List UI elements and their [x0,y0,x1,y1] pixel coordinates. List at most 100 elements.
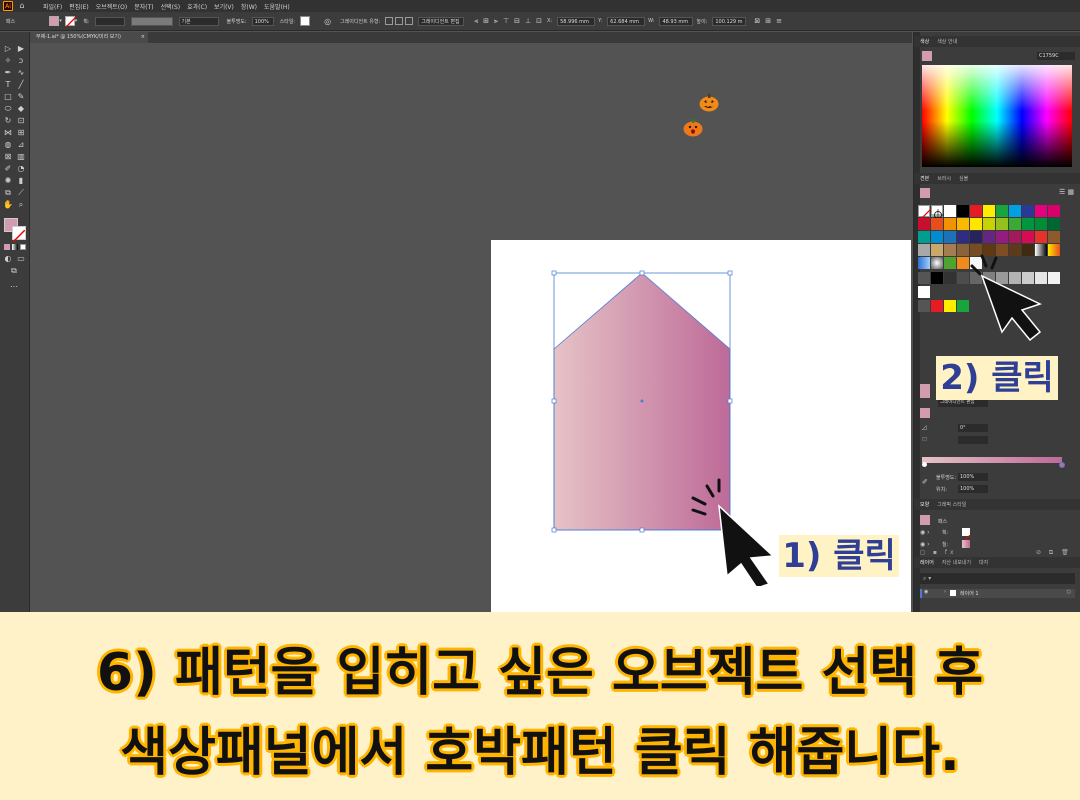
swatch-blue[interactable] [1022,205,1034,217]
stroke-weight-field[interactable] [94,16,125,26]
tab-swatches[interactable]: 견본 [920,175,929,182]
align-middle-icon[interactable]: ⊟ [514,17,520,25]
swatch-gray-1[interactable] [931,272,943,284]
linear-gradient-icon[interactable] [385,17,394,25]
stroke-none-swatch[interactable] [64,16,76,27]
radial-gradient-icon[interactable] [395,17,404,25]
swatch-cyan[interactable] [1009,205,1021,217]
home-icon[interactable]: ⌂ [17,1,27,11]
menu-window[interactable]: 창(W) [241,2,257,11]
swatch-r4-2[interactable] [931,244,943,256]
tab-graphic-styles[interactable]: 그래픽 스타일 [937,501,966,508]
tab-layers[interactable]: 레이어 [920,559,934,566]
gradient-location-field[interactable]: 100% [958,485,988,493]
draw-mode-icon[interactable]: ◐ [3,254,13,264]
swatch-r3-9[interactable] [1022,231,1034,243]
gradient-slider[interactable] [922,457,1062,463]
swatch-r5-3[interactable] [944,257,956,269]
rotate-tool-icon[interactable]: ↻ [3,116,13,126]
graph-tool-icon[interactable]: ▮ [16,176,26,186]
swatch-r2-4[interactable] [957,218,969,230]
color-spectrum[interactable] [922,65,1072,167]
document-close-icon[interactable]: × [141,32,145,43]
swatch-r2-5[interactable] [970,218,982,230]
swatch-r3-11[interactable] [1048,231,1060,243]
appearance-fill-swatch[interactable] [962,540,970,548]
swatch-r3-1[interactable] [918,231,930,243]
hand-tool-icon[interactable]: ✋ [3,200,13,210]
swatch-white-2[interactable] [918,286,930,298]
fill-dropdown-icon[interactable]: ▾ [59,18,62,24]
swatch-gray-2[interactable] [944,272,956,284]
paintbrush-tool-icon[interactable]: ✎ [16,92,26,102]
lasso-tool-icon[interactable]: ↄ [16,56,26,66]
menu-edit[interactable]: 편집(E) [69,2,89,11]
y-field[interactable]: 62.684 mm [607,16,646,26]
swatch-r3-6[interactable] [983,231,995,243]
fill-visibility-icon[interactable]: ◉ › [920,541,930,548]
align-right-icon[interactable]: ⫸ [494,17,498,26]
w-field[interactable]: 48.93 mm [659,16,694,26]
list-view-icon[interactable]: ☰ ▦ [1059,188,1075,196]
tab-color[interactable]: 색상 [920,38,929,45]
swatch-folder-1[interactable] [918,272,930,284]
stroke-visibility-icon[interactable]: ◉ › [920,529,930,536]
magic-wand-tool-icon[interactable]: ✧ [3,56,13,66]
swatch-r2-3[interactable] [944,218,956,230]
aspect-field[interactable] [958,436,988,444]
gradient-stop-left[interactable] [922,462,927,467]
swatch-r2-7[interactable] [996,218,1008,230]
swatch-r4-1[interactable] [918,244,930,256]
menu-file[interactable]: 파일(F) [43,2,62,11]
tab-brushes[interactable]: 브러시 [937,175,951,182]
swatch-bright-red[interactable] [931,300,943,312]
swatch-yellow[interactable] [983,205,995,217]
menu-type[interactable]: 문자(T) [134,2,153,11]
graphic-style-swatch[interactable] [300,16,311,26]
gradient-stop-right[interactable] [1059,462,1065,468]
variable-width-field[interactable] [130,16,173,26]
blend-tool-icon[interactable]: ◔ [16,164,26,174]
change-screen-mode-icon[interactable]: ⧉ [9,266,19,276]
swatch-registration[interactable] [931,205,944,221]
fill-color-swatch[interactable] [49,16,60,26]
opacity-field[interactable]: 100% [251,16,274,26]
align-top-icon[interactable]: ⊤ [503,17,509,25]
stroke-swatch[interactable] [12,226,26,243]
appearance-stroke-swatch[interactable] [961,528,971,544]
document-tab[interactable]: 무제-1.ai* @ 150%(CMYK/미리 보기) × [30,32,148,43]
rectangle-tool-icon[interactable]: □ [3,92,13,102]
type-tool-icon[interactable]: T [3,80,13,90]
symbol-sprayer-tool-icon[interactable]: ✺ [3,176,13,186]
layer-target-icon[interactable]: ○ [1067,589,1071,595]
swatch-red[interactable] [970,205,982,217]
swatch-none[interactable] [918,205,932,222]
gradient-edit-button[interactable]: 그레이디언트 편집 [418,16,465,26]
tab-artboards[interactable]: 대지 [979,559,988,566]
eraser-tool-icon[interactable]: ◆ [16,104,26,114]
align-center-icon[interactable]: ⊞ [483,17,489,25]
swatch-r3-4[interactable] [957,231,969,243]
zoom-tool-icon[interactable]: ⌕ [16,200,26,210]
freeform-gradient-icon[interactable] [405,17,414,25]
angle-field[interactable]: 0° [958,424,988,432]
x-field[interactable]: 58.996 mm [557,16,596,26]
layers-search-field[interactable]: ⌕ ▾ [920,573,1075,584]
swatch-r2-6[interactable] [983,218,995,230]
menu-help[interactable]: 도움말(H) [264,2,290,11]
eyedropper-tool-icon[interactable]: ✐ [3,164,13,174]
tab-asset-export[interactable]: 자산 내보내기 [942,559,971,566]
gradient-tool-icon[interactable]: ▥ [16,152,26,162]
swatch-rose[interactable] [1048,205,1060,217]
layer-visibility-icon[interactable]: ◉ [924,589,928,595]
more-tools-icon[interactable]: … [9,280,19,290]
layer-expand-icon[interactable]: › [944,589,946,595]
swatch-r3-7[interactable] [996,231,1008,243]
swatch-r4-3[interactable] [944,244,956,256]
align-left-icon[interactable]: ⫷ [474,17,478,26]
canvas-area[interactable]: 1) 클릭 [31,43,912,612]
mesh-tool-icon[interactable]: ⊠ [3,152,13,162]
swatch-r2-2[interactable] [931,218,943,230]
swatch-folder-2[interactable] [918,300,930,312]
align-bottom-icon[interactable]: ⊥ [525,17,531,25]
